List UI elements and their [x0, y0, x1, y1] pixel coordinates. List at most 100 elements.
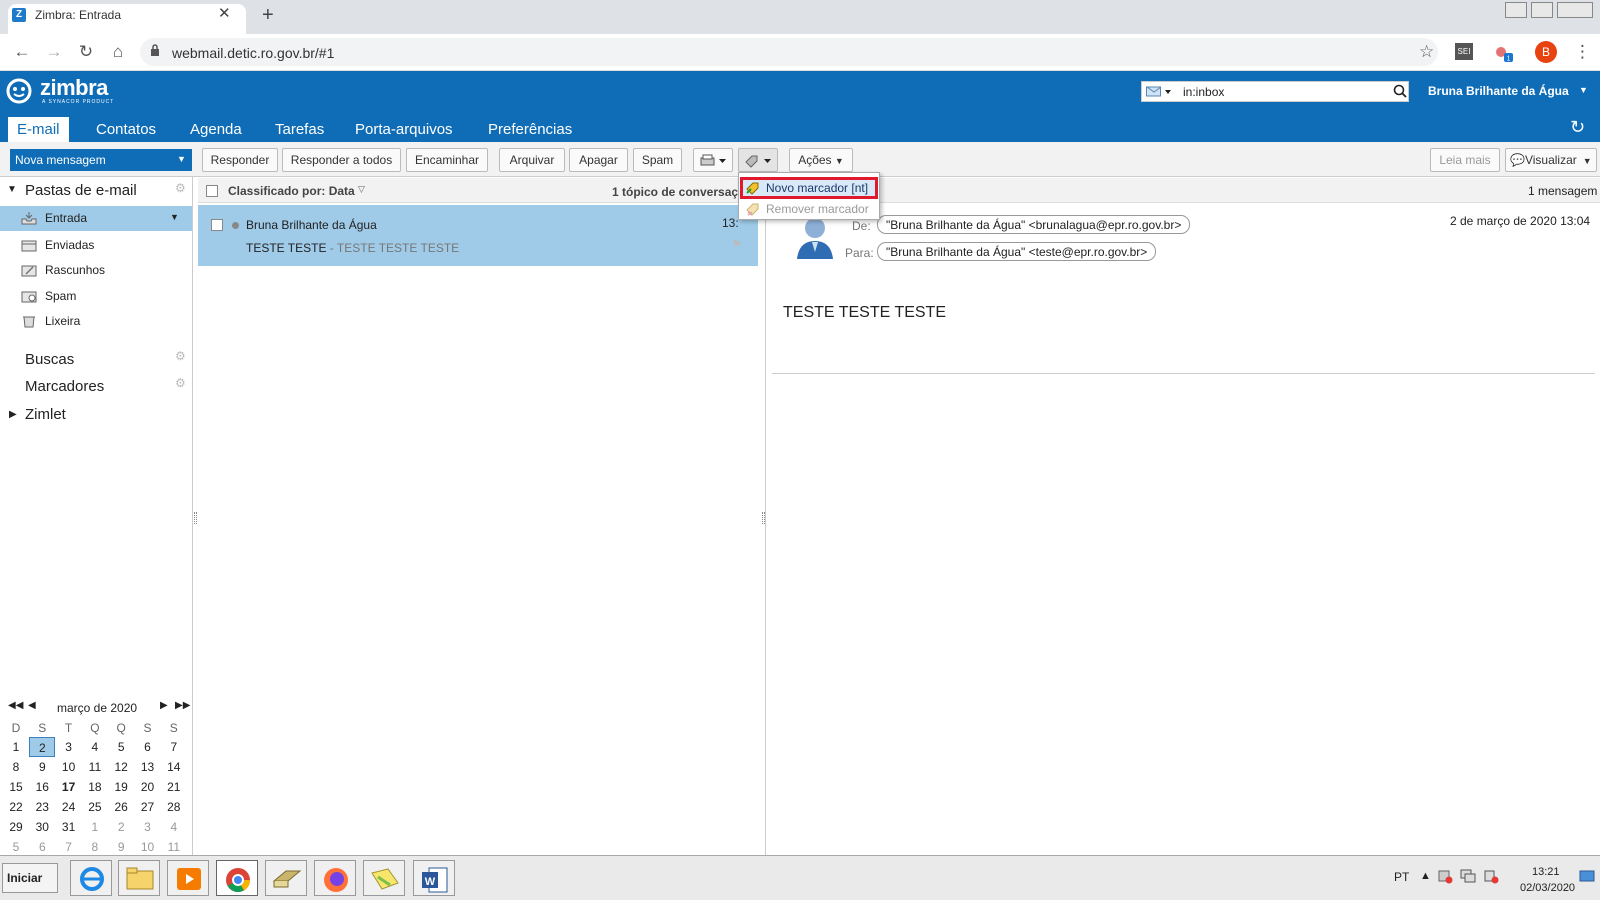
calendar-day[interactable]: 4 — [161, 817, 187, 837]
select-all-checkbox[interactable] — [206, 185, 218, 197]
reply-button[interactable]: Responder — [202, 148, 278, 172]
print-button[interactable] — [693, 148, 733, 172]
mail-folders-heading[interactable]: Pastas de e-mail — [25, 182, 137, 199]
calendar-day[interactable]: 5 — [108, 737, 134, 757]
tab-calendar[interactable]: Agenda — [181, 117, 251, 142]
bookmark-star-icon[interactable]: ☆ — [1419, 42, 1434, 62]
calendar-day[interactable]: 28 — [161, 797, 187, 817]
minimize-button[interactable] — [1505, 2, 1527, 18]
calendar-day[interactable]: 1 — [82, 817, 108, 837]
folder-sent[interactable]: Enviadas — [0, 233, 192, 258]
delete-button[interactable]: Apagar — [569, 148, 628, 172]
language-indicator[interactable]: PT — [1394, 870, 1409, 884]
sort-direction-icon[interactable]: ▽ — [358, 184, 365, 195]
next-month-icon[interactable]: ▶ — [160, 700, 168, 711]
spam-button[interactable]: Spam — [633, 148, 682, 172]
taskbar-media-icon[interactable] — [167, 860, 209, 896]
calendar-day[interactable]: 8 — [3, 757, 29, 777]
forward-button[interactable]: Encaminhar — [406, 148, 488, 172]
calendar-day[interactable]: 26 — [108, 797, 134, 817]
calendar-month-title[interactable]: março de 2020 — [57, 701, 137, 715]
profile-avatar[interactable]: B — [1535, 41, 1557, 63]
taskbar-ie-icon[interactable] — [70, 860, 112, 896]
calendar-day[interactable]: 30 — [29, 817, 55, 837]
new-message-caret-icon[interactable]: ▼ — [177, 154, 186, 164]
folder-trash[interactable]: Lixeira — [0, 309, 192, 334]
reply-all-button[interactable]: Responder a todos — [282, 148, 401, 172]
tab-briefcase[interactable]: Porta-arquivos — [346, 117, 462, 142]
back-icon[interactable]: ← — [11, 41, 33, 63]
expand-arrow-icon[interactable]: ▶ — [9, 409, 17, 420]
restore-button[interactable] — [1531, 2, 1553, 18]
tab-tasks[interactable]: Tarefas — [266, 117, 333, 142]
folder-spam[interactable]: Spam — [0, 284, 192, 309]
calendar-day[interactable]: 22 — [3, 797, 29, 817]
remove-tag-menu-item[interactable]: Remover marcador — [766, 202, 869, 216]
home-icon[interactable]: ⌂ — [107, 41, 129, 63]
clock-time[interactable]: 13:21 — [1532, 866, 1560, 878]
calendar-day[interactable]: 14 — [161, 757, 187, 777]
reload-icon[interactable]: ↻ — [75, 41, 97, 63]
clock-date[interactable]: 02/03/2020 — [1520, 882, 1575, 894]
taskbar-word-icon[interactable]: W — [413, 860, 455, 896]
search-type-envelope-icon[interactable] — [1146, 86, 1172, 97]
calendar-day[interactable]: 25 — [82, 797, 108, 817]
left-sash-handle[interactable] — [194, 512, 197, 524]
sei-extension-icon[interactable]: SEI — [1455, 43, 1473, 60]
calendar-day[interactable]: 18 — [82, 777, 108, 797]
calendar-day[interactable]: 4 — [82, 737, 108, 757]
calendar-day[interactable]: 5 — [3, 837, 29, 857]
next-year-icon[interactable]: ▶▶ — [175, 700, 190, 711]
calendar-day[interactable]: 23 — [29, 797, 55, 817]
extension-icon[interactable]: 1 — [1494, 44, 1514, 62]
archive-button[interactable]: Arquivar — [499, 148, 565, 172]
tray-expand-icon[interactable]: ▲ — [1420, 870, 1431, 882]
calendar-day[interactable]: 12 — [108, 757, 134, 777]
tray-security-icon[interactable] — [1437, 868, 1453, 884]
prev-year-icon[interactable]: ◀◀ — [8, 700, 23, 711]
calendar-day[interactable]: 13 — [135, 757, 161, 777]
actions-menu-button[interactable]: Ações ▼ — [789, 148, 853, 172]
user-menu-caret-icon[interactable]: ▼ — [1579, 85, 1588, 95]
calendar-day[interactable]: 2 — [29, 737, 56, 757]
right-sash-handle[interactable] — [762, 512, 765, 524]
tags-gear-icon[interactable]: ⚙ — [175, 376, 186, 390]
calendar-day[interactable]: 7 — [56, 837, 82, 857]
search-icon[interactable] — [1393, 84, 1407, 98]
tags-heading[interactable]: Marcadores — [25, 378, 104, 395]
tab-close-icon[interactable]: ✕ — [218, 4, 231, 22]
taskbar-explorer-icon[interactable] — [118, 860, 160, 896]
calendar-day[interactable]: 3 — [135, 817, 161, 837]
to-address-bubble[interactable]: "Bruna Brilhante da Água" <teste@epr.ro.… — [877, 242, 1157, 261]
tray-network-icon[interactable] — [1460, 868, 1476, 884]
calendar-day[interactable]: 7 — [161, 737, 187, 757]
calendar-day[interactable]: 11 — [161, 837, 187, 857]
folder-inbox[interactable]: Entrada ▼ — [0, 206, 192, 231]
mail-folders-gear-icon[interactable]: ⚙ — [175, 181, 186, 195]
calendar-day[interactable]: 24 — [56, 797, 82, 817]
calendar-day[interactable]: 16 — [29, 777, 55, 797]
calendar-day[interactable]: 1 — [3, 737, 29, 757]
browser-menu-icon[interactable]: ⋮ — [1574, 42, 1591, 62]
address-bar[interactable] — [140, 38, 1438, 66]
folder-drafts[interactable]: Rascunhos — [0, 258, 192, 283]
collapse-arrow-icon[interactable]: ▼ — [7, 184, 17, 195]
read-more-button[interactable]: Leia mais — [1430, 148, 1500, 172]
calendar-day[interactable]: 6 — [29, 837, 55, 857]
zimlet-heading[interactable]: Zimlet — [25, 406, 66, 423]
message-row-checkbox[interactable] — [211, 219, 223, 231]
view-menu-button[interactable]: 💬Visualizar ▼ — [1505, 148, 1597, 172]
new-message-button[interactable]: Nova mensagem — [10, 149, 192, 171]
close-window-button[interactable] — [1557, 2, 1593, 18]
calendar-day[interactable]: 27 — [135, 797, 161, 817]
forward-icon[interactable]: → — [43, 41, 65, 63]
calendar-day[interactable]: 20 — [135, 777, 161, 797]
tab-preferences[interactable]: Preferências — [479, 117, 581, 142]
taskbar-firefox-icon[interactable] — [314, 860, 356, 896]
taskbar-notes-icon[interactable] — [363, 860, 405, 896]
folder-caret-icon[interactable]: ▼ — [170, 212, 179, 222]
calendar-day[interactable]: 2 — [108, 817, 134, 837]
calendar-day[interactable]: 3 — [56, 737, 82, 757]
calendar-day[interactable]: 10 — [135, 837, 161, 857]
tag-button[interactable] — [738, 148, 778, 172]
